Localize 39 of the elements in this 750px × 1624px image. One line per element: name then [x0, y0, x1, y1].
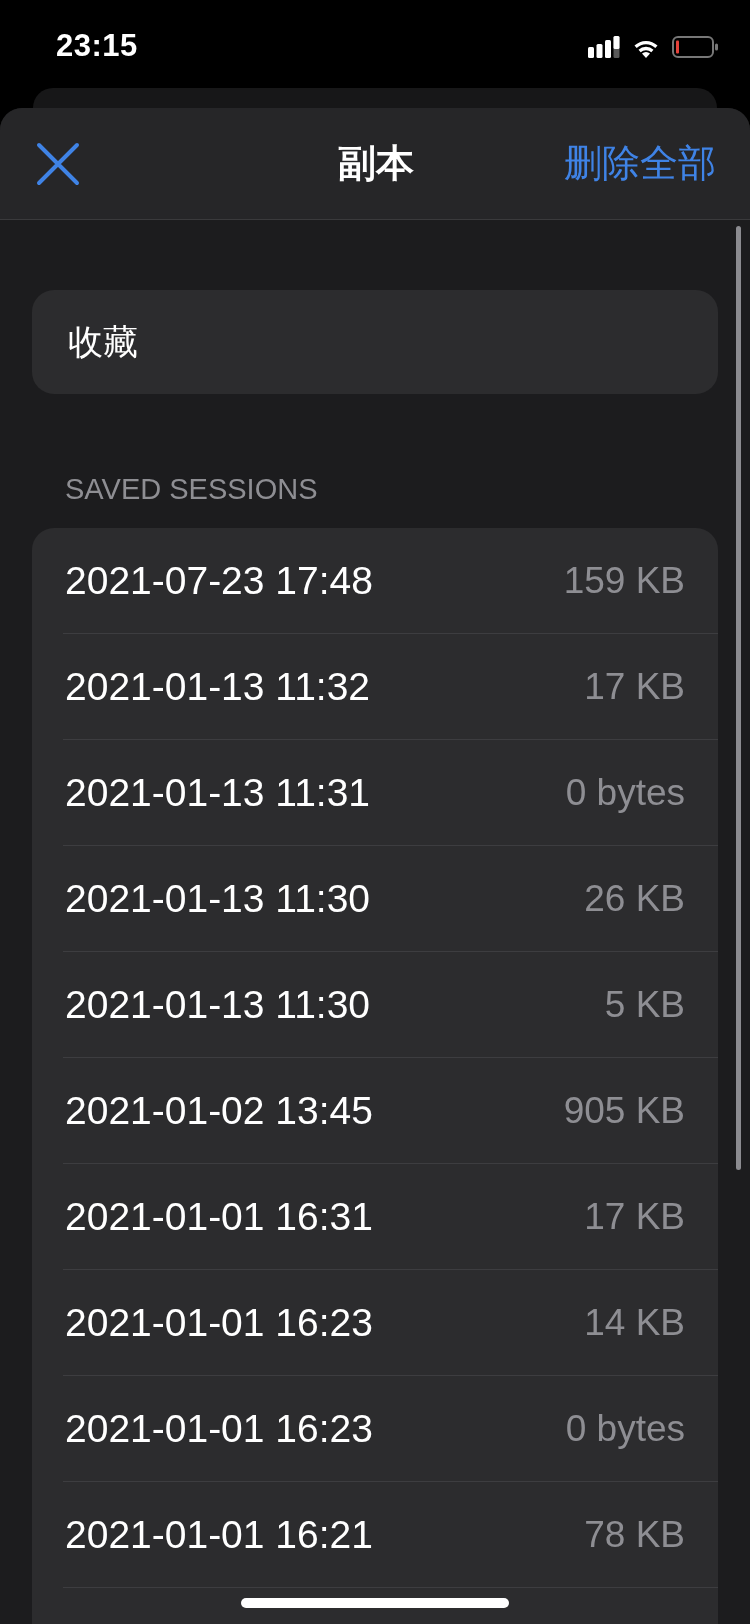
session-date: 2021-01-13 11:32	[65, 664, 371, 709]
session-date: 2021-01-13 11:31	[65, 770, 371, 815]
session-row[interactable]: 2021-01-01 16:21 78 KB	[63, 1482, 718, 1588]
session-row[interactable]: 2021-01-13 11:31 0 bytes	[63, 740, 718, 846]
session-date: 2021-01-01 16:23	[65, 1406, 373, 1451]
session-row[interactable]: 2021-01-13 11:30 5 KB	[63, 952, 718, 1058]
section-heading: SAVED SESSIONS	[65, 472, 319, 506]
session-size: 159 KB	[563, 559, 685, 602]
session-size: 5 KB	[604, 983, 685, 1026]
session-row[interactable]: 2021-01-13 11:32 17 KB	[63, 634, 718, 740]
session-date: 2021-01-13 11:30	[65, 982, 371, 1027]
session-size: 905 KB	[563, 1089, 685, 1132]
session-size: 17 KB	[584, 665, 685, 708]
status-time: 23:15	[56, 28, 138, 64]
session-size: 14 KB	[584, 1301, 685, 1344]
session-row[interactable]: 2021-01-01 16:23 14 KB	[63, 1270, 718, 1376]
session-date: 2021-01-01 16:23	[65, 1300, 373, 1345]
session-date: 2021-01-01 16:21	[65, 1512, 373, 1557]
session-date: 2021-01-13 11:30	[65, 876, 371, 921]
session-size: 0 bytes	[565, 1407, 685, 1450]
session-date: 2021-01-01 16:31	[65, 1194, 373, 1239]
session-row[interactable]: 2021-01-01 16:23 0 bytes	[63, 1376, 718, 1482]
session-date: 2021-07-23 17:48	[65, 558, 373, 603]
close-button[interactable]	[36, 141, 80, 186]
sheet-title: 副本	[338, 141, 414, 186]
session-row[interactable]: 2021-01-02 13:45 905 KB	[63, 1058, 718, 1164]
session-row[interactable]: 2021-07-23 17:48 159 KB	[63, 528, 718, 634]
cellular-signal-icon	[588, 36, 620, 58]
session-row[interactable]: 2021-01-13 11:30 26 KB	[63, 846, 718, 952]
session-size: 0 bytes	[565, 771, 685, 814]
session-date: 2021-01-02 13:45	[65, 1088, 373, 1133]
battery-low-icon	[672, 36, 718, 58]
session-size: 26 KB	[584, 877, 685, 920]
favorites-row[interactable]: 收藏	[32, 290, 718, 394]
session-row[interactable]: 2021-01-01 16:31 17 KB	[63, 1164, 718, 1270]
session-size: 17 KB	[584, 1195, 685, 1238]
close-icon	[36, 141, 80, 186]
delete-all-button[interactable]: 删除全部	[564, 138, 716, 189]
session-size: 78 KB	[584, 1513, 685, 1556]
